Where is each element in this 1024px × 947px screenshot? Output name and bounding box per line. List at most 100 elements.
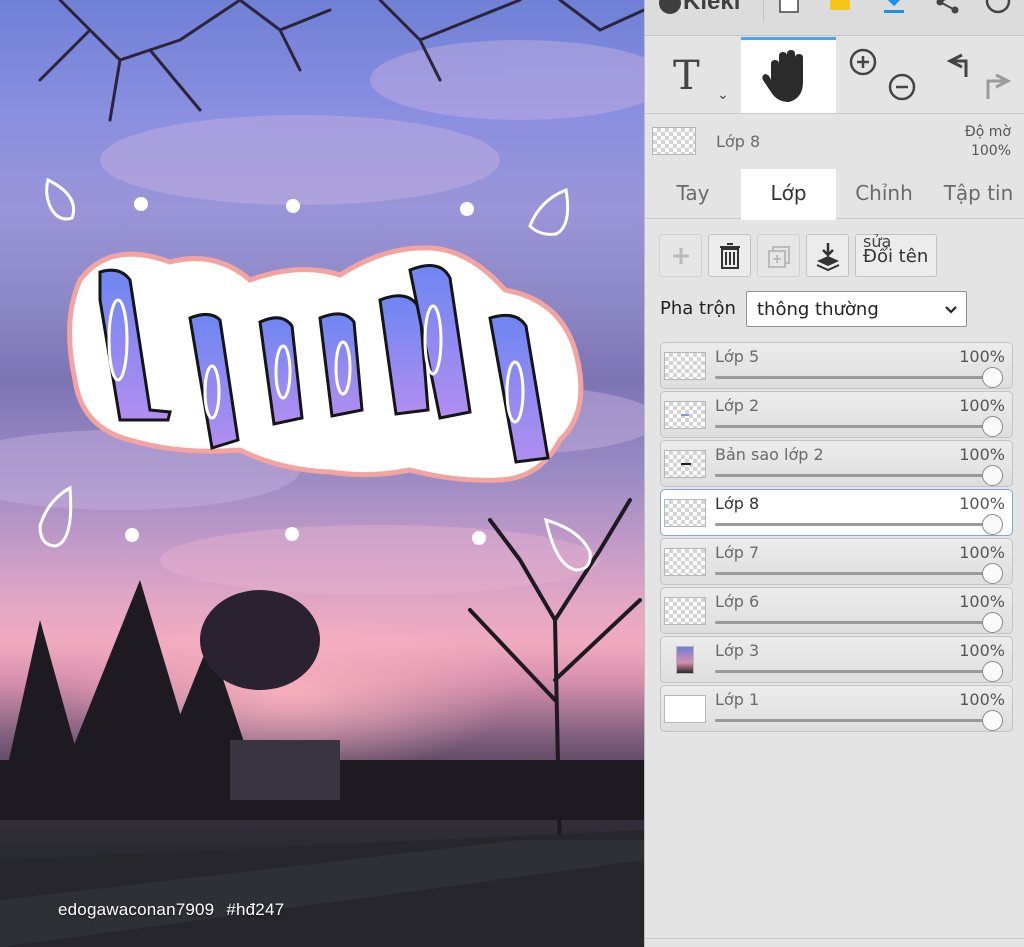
layer-opacity: 100% — [959, 690, 1005, 709]
tab-layers[interactable]: Lớp — [741, 169, 836, 220]
layer-opacity: 100% — [959, 592, 1005, 611]
layer-opacity: 100% — [959, 396, 1005, 415]
opacity-slider-track[interactable] — [715, 670, 999, 673]
layer-name: Lớp 2 — [715, 396, 760, 415]
undo-redo-icon — [946, 53, 1012, 99]
duplicate-layer-button[interactable] — [757, 234, 800, 277]
opacity-slider-handle[interactable] — [982, 465, 1003, 486]
opacity-slider-handle[interactable] — [982, 563, 1003, 584]
share-icon[interactable] — [935, 0, 961, 16]
layer-thumbnail — [664, 548, 706, 576]
side-panel: Kleki T ⌄ Lớp 8 Độ mờ 100% Tay Lớp Chỉnh… — [644, 0, 1024, 947]
opacity-slider-track[interactable] — [715, 523, 999, 526]
opacity-slider-track[interactable] — [715, 376, 999, 379]
opacity-label: Độ mờ — [964, 124, 1011, 140]
credit-username: edogawaconan7909 — [58, 900, 215, 919]
layer-item[interactable]: Bản sao lớp 2 100% — [660, 440, 1013, 487]
current-layer-info: Lớp 8 Độ mờ 100% — [645, 114, 1024, 168]
opacity-value: 100% — [970, 143, 1011, 159]
opacity-slider-track[interactable] — [715, 621, 999, 624]
layer-opacity: 100% — [959, 543, 1005, 562]
layer-name: Lớp 8 — [715, 494, 760, 513]
app-name: Kleki — [683, 0, 741, 15]
layer-item-selected[interactable]: Lớp 8 100% — [660, 489, 1013, 536]
chevron-down-icon[interactable]: ⌄ — [717, 87, 729, 103]
opacity-slider-handle[interactable] — [982, 367, 1003, 388]
layer-item[interactable]: Lớp 2 100% — [660, 391, 1013, 438]
layer-item[interactable]: Lớp 3 100% — [660, 636, 1013, 683]
layer-item[interactable]: Lớp 1 100% — [660, 685, 1013, 732]
tab-file[interactable]: Tập tin — [932, 169, 1024, 219]
layer-name: Lớp 7 — [715, 543, 760, 562]
bottom-strip — [645, 938, 1024, 947]
tab-edit[interactable]: Chỉnh — [836, 169, 932, 219]
merge-down-icon — [816, 243, 840, 272]
layer-name: Lớp 1 — [715, 690, 760, 709]
plus-icon — [673, 248, 689, 264]
canvas-artwork — [0, 0, 644, 947]
blend-mode-row: Pha trộn thông thường — [660, 291, 1020, 328]
layer-thumbnail — [664, 499, 706, 527]
credit-hashtag: #hđ247 — [226, 900, 285, 919]
kleki-logo-icon — [659, 0, 681, 14]
rename-label: Đổi tên — [863, 246, 929, 267]
hand-icon — [762, 50, 803, 102]
opacity-slider-track[interactable] — [715, 425, 999, 428]
layer-thumbnail — [664, 695, 706, 723]
opacity-slider-handle[interactable] — [982, 514, 1003, 535]
hand-tool-button[interactable] — [741, 37, 836, 113]
opacity-slider-track[interactable] — [715, 572, 999, 575]
tool-row: T ⌄ — [645, 37, 1024, 114]
rename-layer-button[interactable]: sửa Đổi tên — [855, 232, 937, 277]
chevron-down-icon — [945, 306, 957, 314]
opacity-slider-handle[interactable] — [982, 612, 1003, 633]
layer-name: Lớp 3 — [715, 641, 760, 660]
zoom-tool-button[interactable] — [836, 37, 932, 113]
save-note-icon[interactable] — [827, 0, 853, 16]
layer-thumbnail — [664, 450, 706, 478]
opacity-slider-track[interactable] — [715, 474, 999, 477]
new-file-icon[interactable] — [777, 0, 803, 16]
opacity-slider-track[interactable] — [715, 719, 999, 722]
current-layer-thumbnail — [652, 127, 696, 155]
text-tool-button[interactable]: T ⌄ — [645, 37, 741, 113]
opacity-slider-handle[interactable] — [982, 661, 1003, 682]
layer-item[interactable]: Lớp 5 100% — [660, 342, 1013, 389]
duplicate-icon — [768, 246, 790, 268]
canvas-credit: edogawaconan7909 #hđ247 — [58, 900, 284, 920]
layer-thumbnail — [664, 401, 706, 429]
layer-actions: sửa Đổi tên — [659, 232, 1019, 278]
help-icon[interactable] — [985, 0, 1011, 16]
layer-name: Bản sao lớp 2 — [715, 445, 824, 464]
toolbar-divider — [763, 0, 764, 22]
merge-down-button[interactable] — [806, 234, 849, 277]
layer-name: Lớp 5 — [715, 347, 760, 366]
top-bar: Kleki — [645, 0, 1024, 36]
houses — [230, 740, 340, 800]
download-icon[interactable] — [881, 0, 907, 16]
layer-thumbnail — [664, 352, 706, 380]
blend-mode-label: Pha trộn — [660, 298, 736, 319]
layer-item[interactable]: Lớp 7 100% — [660, 538, 1013, 585]
add-layer-button[interactable] — [659, 234, 702, 277]
layer-opacity: 100% — [959, 494, 1005, 513]
panel-tabs: Tay Lớp Chỉnh Tập tin — [645, 169, 1024, 220]
text-tool-icon: T — [673, 53, 700, 99]
layer-opacity: 100% — [959, 641, 1005, 660]
tab-brush[interactable]: Tay — [645, 169, 741, 219]
trash-icon — [720, 243, 740, 269]
app-logo[interactable]: Kleki — [659, 0, 740, 16]
delete-layer-button[interactable] — [708, 234, 751, 277]
zoom-in-out-icon — [849, 48, 916, 101]
current-layer-opacity: Độ mờ 100% — [965, 123, 1011, 161]
layer-item[interactable]: Lớp 6 100% — [660, 587, 1013, 634]
blend-mode-select[interactable]: thông thường — [746, 291, 967, 327]
layer-thumbnail — [676, 646, 694, 674]
layer-name: Lớp 6 — [715, 592, 760, 611]
blend-mode-value: thông thường — [757, 299, 879, 320]
drawing-canvas[interactable]: edogawaconan7909 #hđ247 — [0, 0, 644, 947]
opacity-slider-handle[interactable] — [982, 416, 1003, 437]
layer-thumbnail — [664, 597, 706, 625]
undo-redo-button[interactable] — [932, 37, 1024, 113]
opacity-slider-handle[interactable] — [982, 710, 1003, 731]
